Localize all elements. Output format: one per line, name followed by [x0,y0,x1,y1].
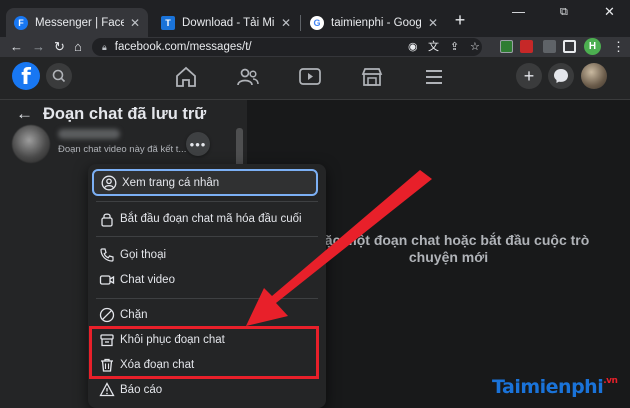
video-camera-icon [99,275,115,285]
conversation-options-button[interactable]: ••• [186,132,210,156]
menu-item-label: Bắt đầu đoạn chat mã hóa đầu cuối [120,213,302,225]
messenger-button[interactable] [548,63,574,89]
tab-download[interactable]: T Download - Tải Miễn Phí VN ✕ [153,8,299,37]
menu-nav-icon[interactable] [422,66,446,88]
menu-item-label: Báo cáo [120,384,163,396]
lock-icon [101,213,113,227]
address-bar[interactable]: 🔒︎ facebook.com/messages/t/ [92,38,482,56]
menu-divider [96,298,318,299]
profile-icon [101,175,117,191]
menu-item-report[interactable]: Báo cáo [92,378,318,402]
menu-item-video-chat[interactable]: Chat video [92,268,318,292]
menu-item-label: Xem trang cá nhân [122,176,220,189]
tab-title: taimienphi - Google Search [331,16,422,29]
menu-divider [96,201,318,202]
url-text: facebook.com/messages/t/ [114,41,252,53]
menu-item-label: Chặn [120,309,148,321]
maximize-icon[interactable]: ⧉ [560,6,568,19]
tab-separator [300,15,301,31]
close-tab-icon[interactable]: ✕ [428,16,438,30]
highlight-box [89,326,319,379]
more-dots-icon: ••• [189,136,207,152]
account-avatar[interactable] [581,63,607,89]
close-tab-icon[interactable]: ✕ [281,16,291,30]
lock-icon: 🔒︎ [102,41,107,52]
scrollbar-thumb[interactable] [236,128,243,168]
search-button[interactable] [46,63,72,89]
google-favicon-icon: G [310,15,324,30]
close-tab-icon[interactable]: ✕ [130,16,140,30]
browser-tab-strip: F Messenger | Facebook ✕ T Download - Tả… [0,0,630,37]
extension-icon[interactable] [520,40,533,53]
facebook-favicon-icon: F [14,15,28,30]
taimienphi-watermark: Taimienphi.vn [492,376,618,398]
watermark-brand: Taimienphi [492,376,604,398]
forward-icon[interactable]: → [32,39,45,55]
back-icon[interactable]: ← [10,39,23,55]
extension-icon[interactable] [500,40,513,53]
minimize-icon[interactable]: — [512,4,525,19]
phone-icon [100,248,114,262]
create-button[interactable]: + [516,63,542,89]
profile-avatar[interactable]: H [584,38,601,55]
marketplace-nav-icon[interactable] [360,66,384,88]
menu-divider [96,236,318,237]
reload-icon[interactable]: ↻ [54,39,65,55]
tab-title: Download - Tải Miễn Phí VN [182,16,275,29]
taimienphi-favicon-icon: T [161,15,175,30]
location-icon[interactable]: ◉ [408,39,418,55]
menu-item-label: Gọi thoại [120,249,167,261]
messenger-icon [554,69,568,83]
friends-nav-icon[interactable] [236,66,260,88]
menu-item-view-profile[interactable]: Xem trang cá nhân [92,169,318,196]
browser-toolbar: ← → ↻ ⌂ 🔒︎ facebook.com/messages/t/ ◉ 文 … [0,37,630,57]
translate-icon[interactable]: 文 [428,39,439,55]
conversation-name-blurred [58,129,120,139]
watermark-suffix: .vn [603,376,618,386]
menu-item-label: Chat video [120,274,175,286]
extensions-puzzle-icon[interactable] [543,40,556,53]
menu-item-voice-call[interactable]: Gọi thoại [92,243,318,267]
home-icon[interactable]: ⌂ [74,39,82,55]
bookmark-star-icon[interactable]: ☆ [470,39,480,55]
plus-icon: + [523,65,535,86]
facebook-logo[interactable]: f [12,62,40,90]
tab-google[interactable]: G taimienphi - Google Search ✕ [302,8,446,37]
menu-item-start-encrypted-chat[interactable]: Bắt đầu đoạn chat mã hóa đầu cuối [92,207,318,231]
new-tab-button[interactable]: + [450,11,470,31]
search-icon [52,69,66,83]
menu-item-block[interactable]: Chặn [92,303,318,327]
side-panel-icon[interactable] [563,40,576,53]
home-nav-icon[interactable] [174,66,198,88]
block-icon [99,307,115,323]
close-window-icon[interactable]: ✕ [604,4,615,20]
browser-menu-icon[interactable]: ⋮ [612,39,625,55]
facebook-header: f + [0,57,630,100]
report-icon [99,382,115,397]
conversation-preview: Đoạn chat video này đã kết t... · 1 [58,144,201,155]
share-icon[interactable]: ⇪ [450,39,459,55]
avatar [12,125,50,163]
watch-nav-icon[interactable] [298,66,322,88]
tab-messenger[interactable]: F Messenger | Facebook ✕ [6,8,148,37]
tab-title: Messenger | Facebook [35,16,124,29]
